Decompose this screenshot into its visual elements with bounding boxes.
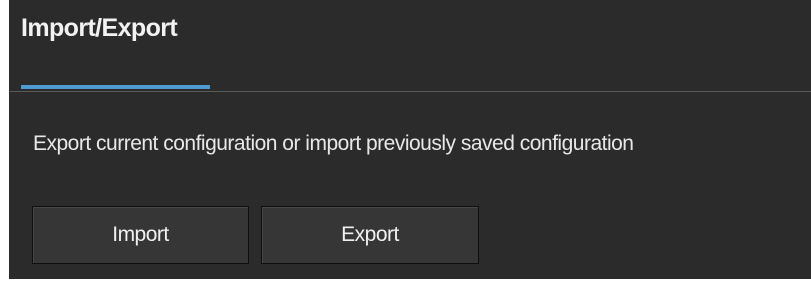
import-button[interactable]: Import	[32, 206, 249, 264]
header-divider	[9, 91, 811, 92]
panel-title: Import/Export	[21, 14, 178, 42]
export-button[interactable]: Export	[261, 206, 479, 264]
active-tab-indicator	[21, 85, 210, 89]
panel-description: Export current configuration or import p…	[33, 132, 634, 155]
import-button-label: Import	[112, 223, 169, 246]
import-export-panel: Import/Export Export current configurati…	[9, 0, 811, 279]
export-button-label: Export	[341, 223, 399, 246]
